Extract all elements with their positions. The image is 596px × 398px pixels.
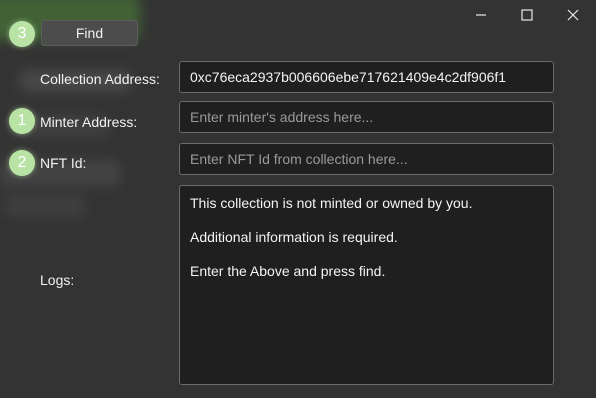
minter-address-label: Minter Address:: [40, 114, 138, 130]
maximize-button[interactable]: [504, 0, 550, 30]
collection-address-label: Collection Address:: [40, 71, 160, 87]
app-window: 3 Find Collection Address: 1 Minter Addr…: [0, 0, 596, 398]
minter-address-field[interactable]: [179, 101, 554, 133]
find-button[interactable]: Find: [41, 20, 138, 46]
log-line: Enter the Above and press find.: [190, 263, 386, 279]
collection-address-field[interactable]: [179, 61, 554, 93]
logs-textarea[interactable]: This collection is not minted or owned b…: [179, 185, 554, 385]
close-icon: [567, 9, 579, 21]
step-badge-nft-id: 2: [9, 150, 35, 176]
window-controls: [458, 0, 596, 30]
nft-id-field[interactable]: [179, 143, 554, 175]
log-line: This collection is not minted or owned b…: [190, 195, 473, 211]
minimize-button[interactable]: [458, 0, 504, 30]
minimize-icon: [476, 14, 486, 16]
log-line: Additional information is required.: [190, 229, 398, 245]
logs-label: Logs:: [40, 272, 75, 288]
maximize-icon: [521, 9, 533, 21]
nft-id-label: NFT Id:: [40, 155, 87, 171]
step-badge-find: 3: [9, 21, 35, 47]
step-badge-minter: 1: [9, 108, 35, 134]
close-button[interactable]: [550, 0, 596, 30]
